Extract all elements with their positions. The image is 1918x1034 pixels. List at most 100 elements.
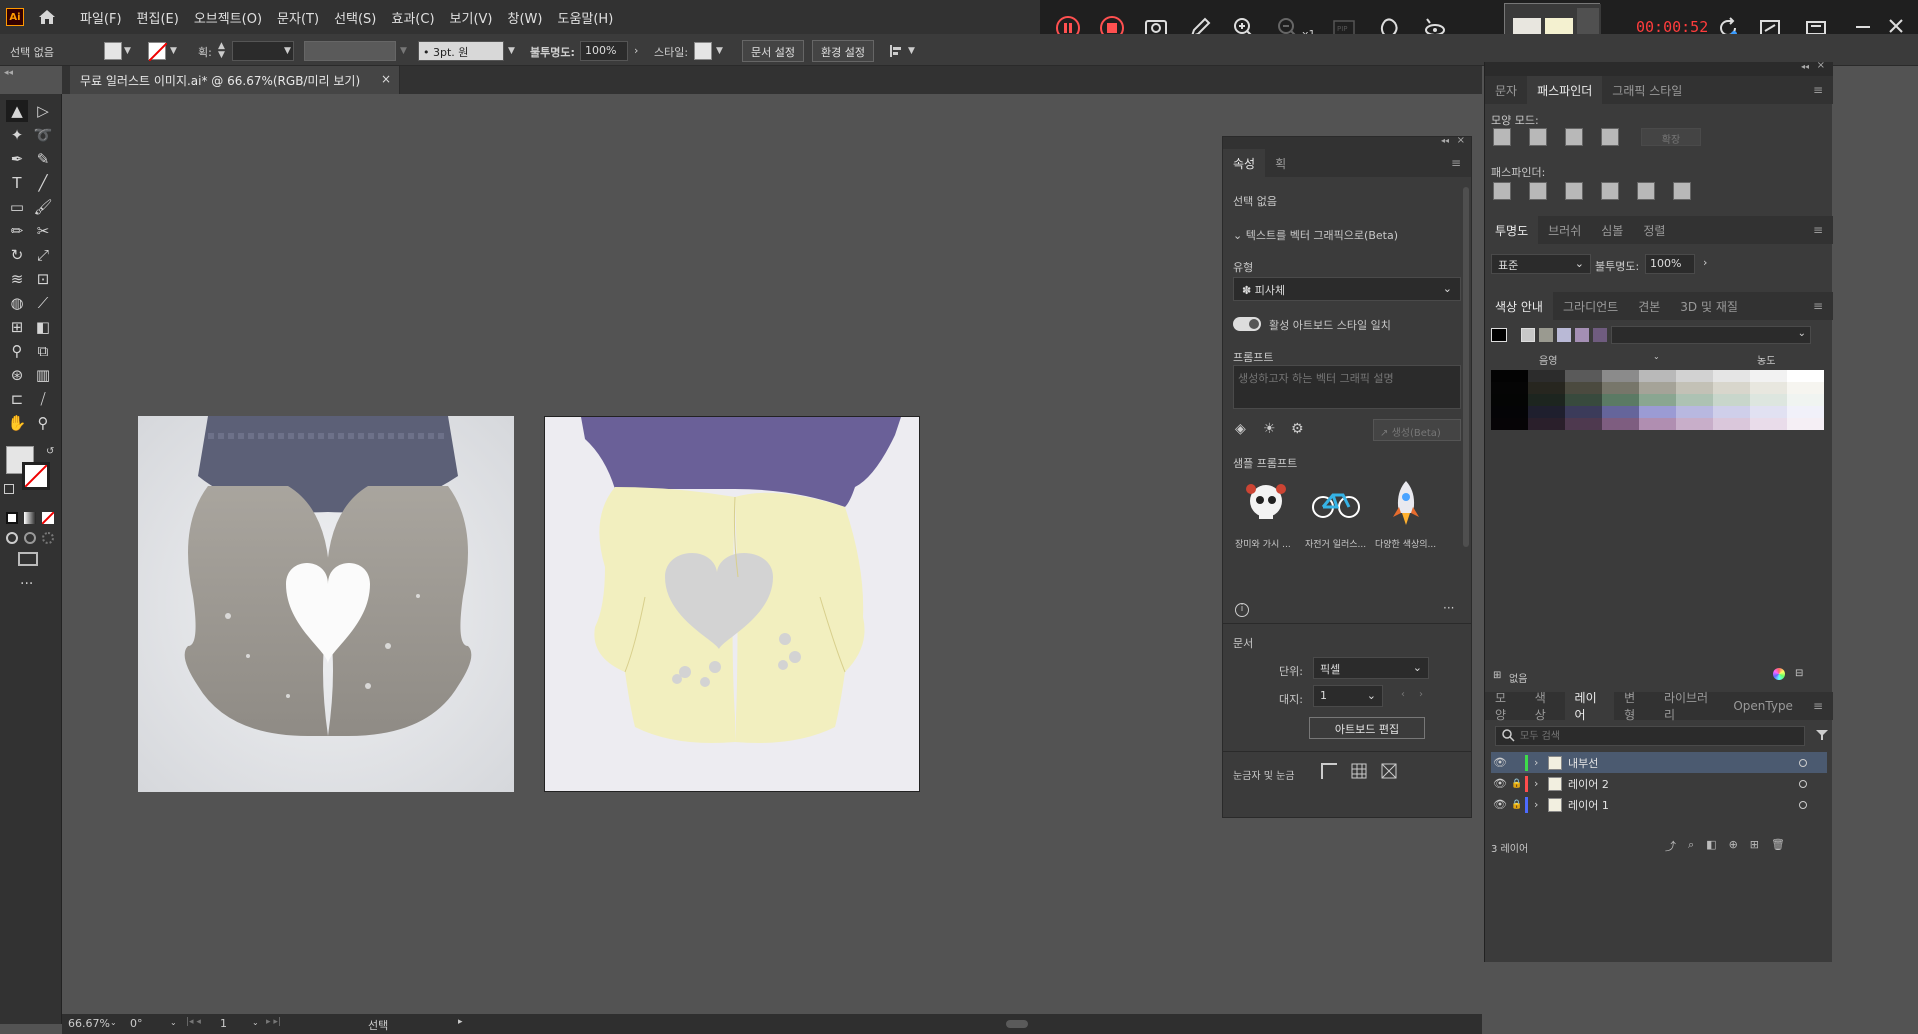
layers-tab-3[interactable]: 변형 — [1614, 691, 1654, 722]
crop-button[interactable] — [1601, 182, 1619, 200]
color-swatch[interactable] — [1713, 418, 1750, 430]
color-swatch[interactable] — [1713, 406, 1750, 418]
expand-layer-icon[interactable]: › — [1534, 756, 1548, 769]
outline-button[interactable] — [1637, 182, 1655, 200]
color-swatch[interactable] — [1491, 406, 1528, 418]
vector-artboard[interactable] — [544, 416, 920, 792]
gradient-tool-icon[interactable]: ◧ — [32, 316, 54, 338]
color-swatch[interactable] — [1713, 394, 1750, 406]
lock-icon[interactable]: 🔒 — [1509, 800, 1525, 810]
hand-tool-icon[interactable]: ✋ — [6, 412, 28, 434]
style-match-toggle[interactable] — [1233, 317, 1261, 331]
color-swatch[interactable] — [1676, 394, 1713, 406]
close-tab-icon[interactable]: × — [381, 72, 391, 86]
expand-layer-icon[interactable]: › — [1534, 777, 1548, 790]
color-guide-tab-0[interactable]: 색상 안내 — [1485, 292, 1553, 320]
color-swatch[interactable] — [1491, 394, 1528, 406]
color-swatch[interactable] — [1491, 382, 1528, 394]
panel-menu-icon[interactable]: ≡ — [1803, 692, 1833, 720]
collapse-panel-icon[interactable]: ◂◂ — [1441, 136, 1449, 145]
artboard-tool-icon[interactable]: ⊏ — [6, 388, 28, 410]
color-swatch[interactable] — [1750, 406, 1787, 418]
target-circle-icon[interactable] — [1799, 779, 1807, 788]
home-icon[interactable] — [36, 6, 58, 28]
color-swatch[interactable] — [1750, 370, 1787, 382]
sample-skull[interactable] — [1239, 477, 1293, 531]
merge-button[interactable] — [1565, 182, 1583, 200]
pen-tool-icon[interactable]: ✒ — [6, 148, 28, 170]
color-swatch[interactable] — [1565, 394, 1602, 406]
chevron-down-icon[interactable]: ▼ — [124, 46, 131, 56]
layer-row[interactable]: 👁 🔒 › 레이어 2 — [1491, 773, 1827, 794]
color-swatch[interactable] — [1491, 418, 1528, 430]
target-circle-icon[interactable] — [1799, 800, 1807, 809]
eyedropper-tool-icon[interactable]: ⚲ — [6, 340, 28, 362]
locate-object-icon[interactable]: ⌕ — [1688, 838, 1694, 854]
perspective-grid-tool-icon[interactable]: ⟋ — [32, 292, 54, 314]
expand-layer-icon[interactable]: › — [1534, 798, 1548, 811]
artboard-prev-icon[interactable]: ‹ — [1401, 689, 1405, 700]
lasso-tool-icon[interactable]: ➰ — [32, 124, 54, 146]
graph-tool-icon[interactable]: ▥ — [32, 364, 54, 386]
zoom-tool-icon[interactable]: ⚲ — [32, 412, 54, 434]
stroke-stepper[interactable]: ▲ ▼ — [218, 42, 225, 60]
visibility-eye-icon[interactable]: 👁 — [1491, 798, 1509, 811]
layers-tab-5[interactable]: OpenType — [1723, 692, 1803, 720]
more-tools-icon[interactable]: ··· — [20, 576, 33, 592]
shape-builder-tool-icon[interactable]: ◍ — [6, 292, 28, 314]
horizontal-scrollbar[interactable] — [472, 1020, 1472, 1028]
base-color-swatch[interactable] — [1491, 328, 1507, 342]
layers-tab-2[interactable]: 레이어 — [1564, 691, 1615, 722]
stroke-swatch[interactable] — [148, 42, 168, 62]
layer-row[interactable]: 👁 🔒 › 레이어 1 — [1491, 794, 1827, 815]
swatch-library-icon[interactable]: ⊞ — [1493, 670, 1501, 681]
visibility-eye-icon[interactable]: 👁 — [1491, 756, 1509, 769]
harmony-swatch[interactable] — [1539, 328, 1553, 342]
color-swatch[interactable] — [1676, 382, 1713, 394]
artboard-number-field[interactable]: 1 — [220, 1017, 227, 1030]
rotation-field[interactable]: 0° — [130, 1017, 143, 1030]
color-swatch[interactable] — [1639, 418, 1676, 430]
clipping-mask-icon[interactable]: ◧ — [1706, 838, 1716, 854]
layer-name[interactable]: 레이어 2 — [1568, 776, 1609, 792]
color-swatch[interactable] — [1676, 406, 1713, 418]
prompt-input[interactable] — [1233, 365, 1461, 409]
transparency-tab-1[interactable]: 브러쉬 — [1538, 216, 1591, 244]
harmony-swatch[interactable] — [1557, 328, 1571, 342]
menu-item-6[interactable]: 보기(V) — [450, 8, 493, 27]
arrange-icon[interactable] — [888, 43, 904, 59]
color-swatch[interactable] — [1565, 382, 1602, 394]
color-swatch[interactable] — [1602, 418, 1639, 430]
color-guide-tab-3[interactable]: 3D 및 재질 — [1670, 292, 1748, 320]
color-swatch[interactable] — [1750, 418, 1787, 430]
document-setup-button[interactable]: 문서 설정 — [742, 40, 804, 62]
color-swatch[interactable] — [1787, 406, 1824, 418]
harmony-rule-dropdown[interactable]: ⌄ — [1611, 326, 1811, 344]
screen-mode-icon[interactable] — [18, 552, 38, 566]
edit-artboard-button[interactable]: 아트보드 편집 — [1309, 717, 1425, 739]
menu-item-2[interactable]: 오브젝트(O) — [194, 8, 262, 27]
menu-item-7[interactable]: 창(W) — [508, 8, 543, 27]
direct-selection-tool-icon[interactable]: ▷ — [32, 100, 54, 122]
panel-menu-icon[interactable]: ≡ — [1803, 76, 1833, 104]
tab-properties[interactable]: 속성 — [1223, 149, 1266, 177]
color-swatch[interactable] — [1528, 382, 1565, 394]
harmony-swatch[interactable] — [1575, 328, 1589, 342]
color-swatch[interactable] — [1491, 370, 1528, 382]
color-guide-tab-2[interactable]: 견본 — [1628, 292, 1670, 320]
filter-icon[interactable] — [1815, 728, 1829, 742]
intersect-button[interactable] — [1565, 128, 1583, 146]
unit-dropdown[interactable]: 픽셀 ⌄ — [1313, 657, 1429, 679]
scroll-thumb[interactable] — [1006, 1020, 1028, 1028]
trim-button[interactable] — [1529, 182, 1547, 200]
draw-normal-icon[interactable] — [6, 532, 18, 544]
layer-search-input[interactable] — [1495, 726, 1805, 746]
color-swatch[interactable] — [1528, 370, 1565, 382]
color-wheel-icon[interactable] — [1773, 668, 1785, 680]
color-swatch[interactable] — [1602, 382, 1639, 394]
color-swatch[interactable] — [1565, 370, 1602, 382]
ruler-icon[interactable] — [1321, 763, 1337, 779]
color-swatch[interactable] — [1528, 394, 1565, 406]
color-swatch[interactable] — [1787, 370, 1824, 382]
color-swatch[interactable] — [1750, 394, 1787, 406]
